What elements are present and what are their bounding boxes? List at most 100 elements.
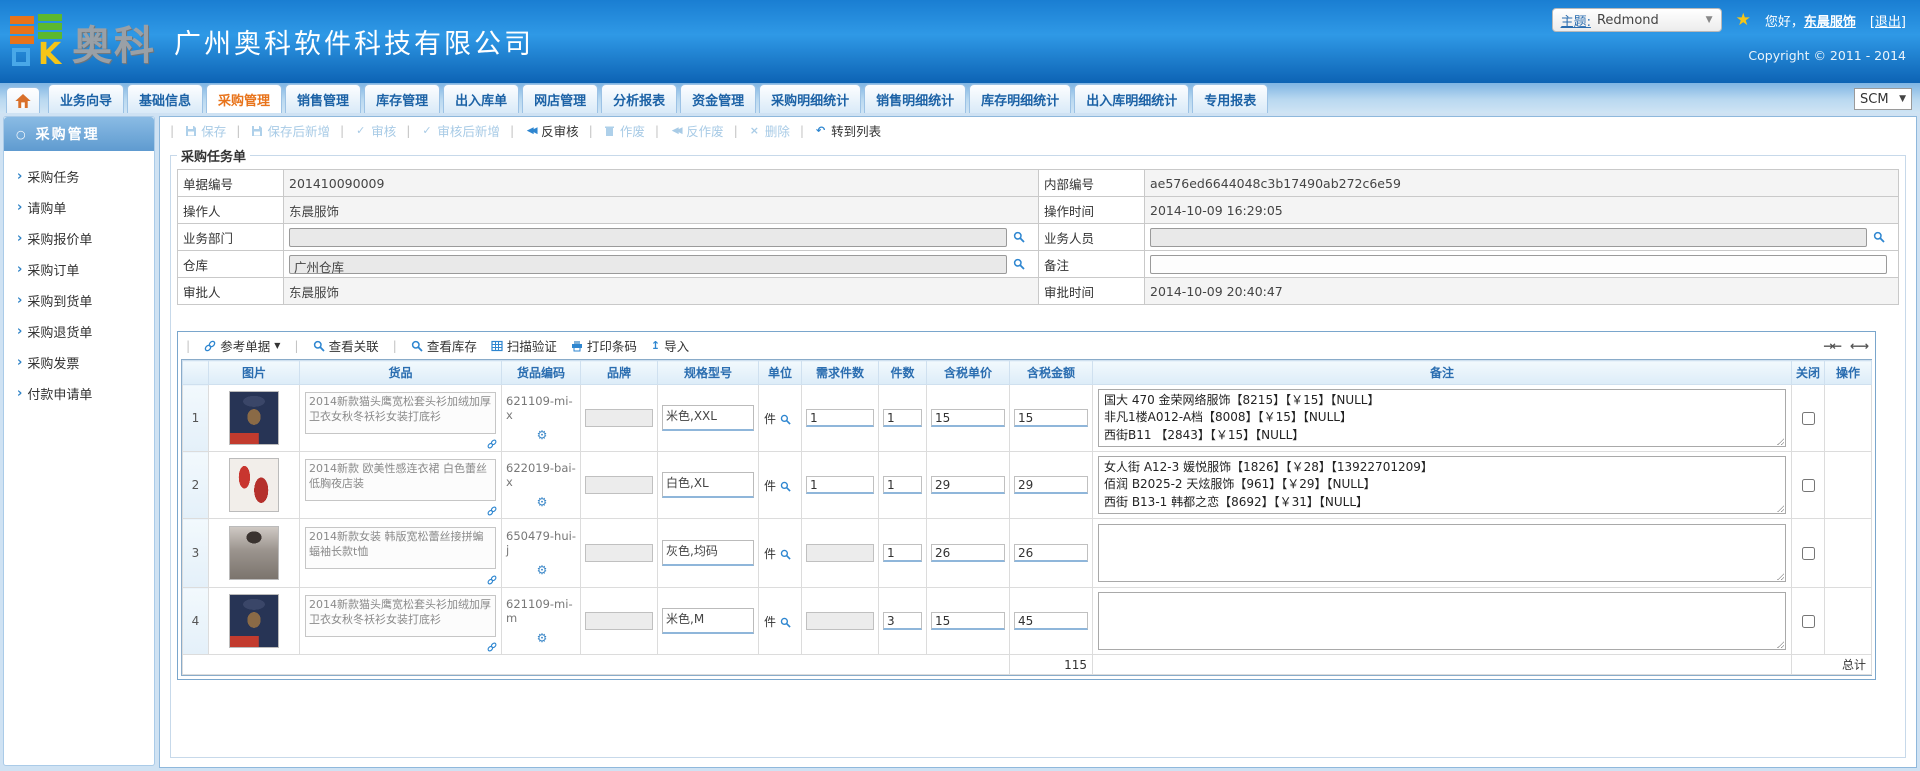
tab-sales-mgmt[interactable]: 销售管理: [285, 84, 361, 113]
price-input[interactable]: 15: [931, 612, 1005, 630]
col-code[interactable]: 货品编码: [502, 361, 581, 385]
product-photo[interactable]: [229, 458, 279, 512]
product-photo[interactable]: [229, 594, 279, 648]
qty-input[interactable]: 1: [883, 409, 922, 427]
theme-select[interactable]: 主题: Redmond ▼: [1552, 8, 1722, 32]
spec-input[interactable]: 白色,XL: [662, 472, 754, 498]
import-button[interactable]: ↥导入: [651, 336, 689, 355]
amount-input[interactable]: 45: [1014, 612, 1088, 630]
scm-module-select[interactable]: SCM ▼: [1854, 88, 1912, 110]
product-link-icon[interactable]: [487, 439, 497, 449]
brand-input[interactable]: [585, 612, 653, 630]
gear-icon[interactable]: ⚙: [506, 563, 578, 577]
col-product[interactable]: 货品: [300, 361, 502, 385]
home-button[interactable]: [6, 87, 40, 113]
reverse-audit-button[interactable]: ◀◀反审核: [524, 121, 579, 140]
gear-icon[interactable]: ⚙: [506, 631, 578, 645]
memo-input[interactable]: [1150, 255, 1887, 274]
favorite-star-icon[interactable]: ★: [1736, 10, 1751, 30]
remark-textarea[interactable]: 女人街 A12-3 媛悦服饰【1826】【￥28】【13922701209】 佰…: [1098, 456, 1786, 514]
username-link[interactable]: 东晨服饰: [1804, 15, 1856, 30]
col-image[interactable]: 图片: [209, 361, 300, 385]
view-stock-button[interactable]: 查看库存: [411, 336, 477, 355]
product-link-icon[interactable]: [487, 506, 497, 516]
product-link-icon[interactable]: [487, 642, 497, 652]
demand-qty-input[interactable]: [806, 544, 874, 562]
tab-online-store[interactable]: 网店管理: [522, 84, 598, 113]
brand-input[interactable]: [585, 409, 653, 427]
col-unit[interactable]: 单位: [759, 361, 802, 385]
brand-input[interactable]: [585, 544, 653, 562]
tab-purchase-detail-stats[interactable]: 采购明细统计: [759, 84, 861, 113]
col-qty[interactable]: 件数: [879, 361, 927, 385]
gear-icon[interactable]: ⚙: [506, 495, 578, 509]
reverse-void-button[interactable]: ◀◀反作废: [669, 121, 724, 140]
close-checkbox[interactable]: [1802, 412, 1815, 425]
dept-input[interactable]: [289, 228, 1007, 247]
sidebar-item-purchase-arrival[interactable]: ›采购到货单: [4, 285, 154, 316]
tab-inventory-detail-stats[interactable]: 库存明细统计: [969, 84, 1071, 113]
reference-doc-button[interactable]: 参考单据▼: [204, 336, 280, 355]
search-icon[interactable]: [1013, 258, 1025, 270]
tab-analysis-reports[interactable]: 分析报表: [601, 84, 677, 113]
spec-input[interactable]: 灰色,均码: [662, 540, 754, 566]
search-icon[interactable]: [1013, 231, 1025, 243]
go-to-list-button[interactable]: ↶转到列表: [814, 121, 881, 140]
remark-textarea[interactable]: [1098, 524, 1786, 582]
collapse-columns-icon[interactable]: →←: [1823, 338, 1840, 353]
demand-qty-input[interactable]: 1: [806, 476, 874, 494]
close-checkbox[interactable]: [1802, 479, 1815, 492]
col-remark[interactable]: 备注: [1093, 361, 1792, 385]
demand-qty-input[interactable]: 1: [806, 409, 874, 427]
warehouse-input[interactable]: 广州仓库: [289, 255, 1007, 274]
search-icon[interactable]: [780, 549, 791, 560]
sidebar-item-purchase-invoice[interactable]: ›采购发票: [4, 347, 154, 378]
void-button[interactable]: 作废: [603, 121, 645, 140]
col-spec[interactable]: 规格型号: [658, 361, 759, 385]
amount-input[interactable]: 26: [1014, 544, 1088, 562]
qty-input[interactable]: 1: [883, 544, 922, 562]
tab-in-out-orders[interactable]: 出入库单: [443, 84, 519, 113]
brand-input[interactable]: [585, 476, 653, 494]
delete-button[interactable]: ×删除: [748, 121, 790, 140]
sidebar-item-purchase-quote[interactable]: ›采购报价单: [4, 223, 154, 254]
audit-button[interactable]: ✓审核: [354, 121, 396, 140]
tab-special-reports[interactable]: 专用报表: [1192, 84, 1268, 113]
spec-input[interactable]: 米色,XXL: [662, 405, 754, 431]
audit-and-new-button[interactable]: ✓审核后新增: [420, 121, 500, 140]
tab-basic-info[interactable]: 基础信息: [127, 84, 203, 113]
tab-funds-mgmt[interactable]: 资金管理: [680, 84, 756, 113]
gear-icon[interactable]: ⚙: [506, 428, 578, 442]
sidebar-item-purchase-task[interactable]: ›采购任务: [4, 161, 154, 192]
close-checkbox[interactable]: [1802, 615, 1815, 628]
product-link-icon[interactable]: [487, 575, 497, 585]
search-icon[interactable]: [780, 414, 791, 425]
sidebar-item-purchase-return[interactable]: ›采购退货单: [4, 316, 154, 347]
expand-columns-icon[interactable]: ←→: [1850, 338, 1867, 353]
save-button[interactable]: 保存: [184, 121, 226, 140]
demand-qty-input[interactable]: [806, 612, 874, 630]
scan-verify-button[interactable]: 扫描验证: [491, 336, 557, 355]
tab-inventory-mgmt[interactable]: 库存管理: [364, 84, 440, 113]
remark-textarea[interactable]: 国大 470 金荣网络服饰【8215】【￥15】【NULL】 非凡1楼A012-…: [1098, 389, 1786, 447]
tab-inout-detail-stats[interactable]: 出入库明细统计: [1074, 84, 1189, 113]
price-input[interactable]: 26: [931, 544, 1005, 562]
spec-input[interactable]: 米色,M: [662, 608, 754, 634]
col-brand[interactable]: 品牌: [581, 361, 658, 385]
qty-input[interactable]: 3: [883, 612, 922, 630]
logout-link[interactable]: [退出]: [1870, 11, 1906, 30]
search-icon[interactable]: [780, 617, 791, 628]
view-relation-button[interactable]: 查看关联: [313, 336, 379, 355]
amount-input[interactable]: 15: [1014, 409, 1088, 427]
save-and-new-button[interactable]: 保存后新增: [250, 121, 330, 140]
product-photo[interactable]: [229, 526, 279, 580]
col-amount-taxed[interactable]: 含税金额: [1010, 361, 1093, 385]
col-price-taxed[interactable]: 含税单价: [927, 361, 1010, 385]
amount-input[interactable]: 29: [1014, 476, 1088, 494]
sidebar-item-payment-request[interactable]: ›付款申请单: [4, 378, 154, 409]
col-demand-qty[interactable]: 需求件数: [802, 361, 879, 385]
tab-purchase-mgmt[interactable]: 采购管理: [206, 84, 282, 113]
salesman-input[interactable]: [1150, 228, 1867, 247]
sidebar-item-requisition[interactable]: ›请购单: [4, 192, 154, 223]
remark-textarea[interactable]: [1098, 592, 1786, 650]
